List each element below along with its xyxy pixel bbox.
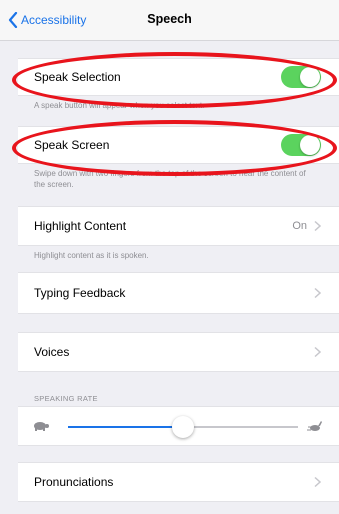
toggle-knob	[300, 67, 320, 87]
toggle-knob	[300, 135, 320, 155]
speak-selection-toggle[interactable]	[281, 66, 321, 88]
voices-label: Voices	[34, 345, 70, 359]
speak-screen-footnote: Swipe down with two fingers from the top…	[34, 169, 306, 189]
chevron-right-icon	[314, 220, 321, 232]
speak-selection-footnote: A speak button will appear when you sele…	[34, 101, 205, 110]
slider-track-empty	[183, 426, 298, 428]
pronunciations-row[interactable]: Pronunciations	[18, 462, 339, 502]
chevron-right-icon	[314, 287, 321, 299]
speaking-rate-slider-thumb[interactable]	[172, 416, 194, 438]
typing-feedback-label: Typing Feedback	[34, 286, 126, 300]
slider-track-filled	[68, 426, 183, 428]
speaking-rate-header: SPEAKING RATE	[34, 394, 98, 403]
highlight-content-value: On	[292, 220, 307, 232]
typing-feedback-row[interactable]: Typing Feedback	[18, 272, 339, 314]
voices-row[interactable]: Voices	[18, 332, 339, 372]
highlight-content-row[interactable]: Highlight Content On	[18, 206, 339, 246]
hare-icon	[307, 421, 322, 431]
highlight-content-footnote: Highlight content as it is spoken.	[34, 251, 149, 260]
speak-screen-label: Speak Screen	[34, 138, 110, 152]
speaking-rate-row	[18, 406, 339, 446]
pronunciations-label: Pronunciations	[34, 475, 114, 489]
turtle-icon	[34, 422, 49, 431]
navigation-bar: Accessibility Speech	[0, 0, 339, 41]
highlight-content-label: Highlight Content	[34, 219, 127, 233]
speak-selection-label: Speak Selection	[34, 70, 121, 84]
page-title: Speech	[147, 12, 192, 26]
chevron-right-icon	[314, 476, 321, 488]
speak-screen-row: Speak Screen	[18, 126, 339, 164]
speak-screen-toggle[interactable]	[281, 134, 321, 156]
speak-selection-row: Speak Selection	[18, 58, 339, 96]
chevron-right-icon	[314, 346, 321, 358]
